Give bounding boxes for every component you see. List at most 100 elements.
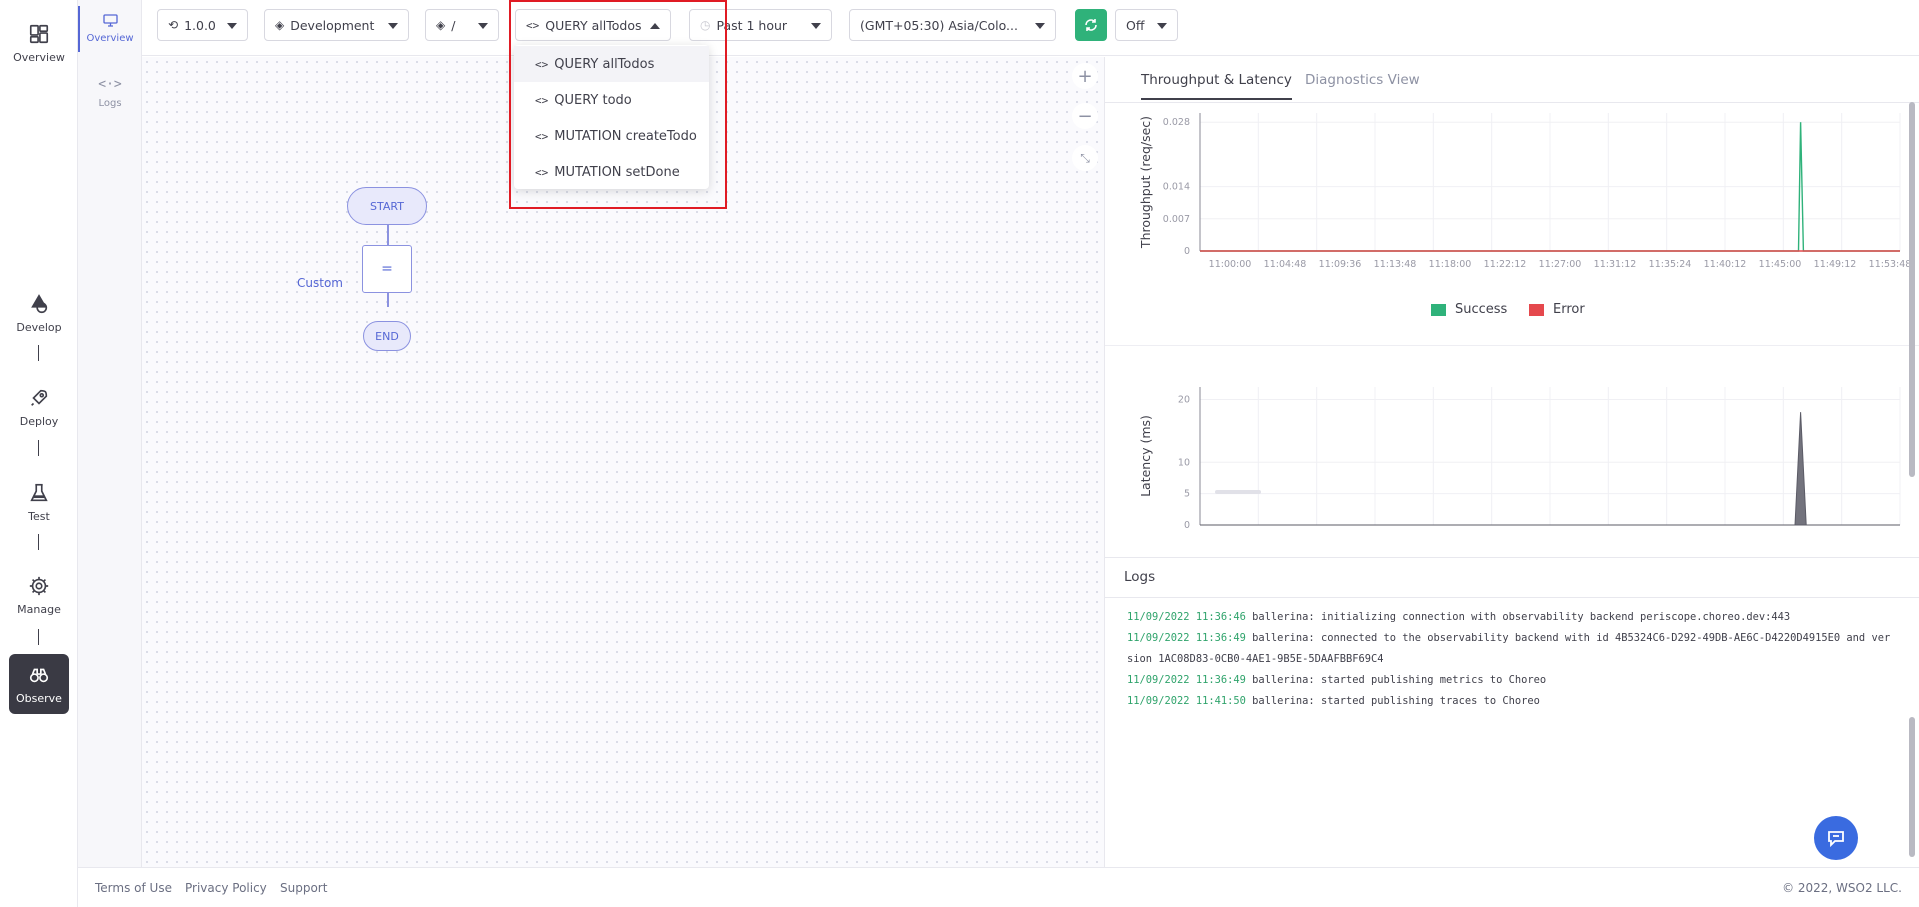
dropdown-item-mutation-setdone[interactable]: <> MUTATION setDone bbox=[514, 154, 709, 190]
nav-divider bbox=[38, 440, 39, 456]
y-tick-label: 20 bbox=[1178, 395, 1190, 406]
timezone-value: (GMT+05:30) Asia/Colo... bbox=[860, 17, 1018, 33]
logs-scrollbar[interactable] bbox=[1909, 717, 1915, 857]
log-timestamp: 11/09/2022 11:36:49 bbox=[1127, 632, 1246, 644]
code-icon: <> bbox=[535, 129, 549, 143]
log-timestamp: 11/09/2022 11:41:50 bbox=[1127, 695, 1246, 707]
log-message: ballerina: started publishing traces to … bbox=[1252, 695, 1540, 707]
path-select[interactable]: ◈ / bbox=[425, 9, 499, 41]
time-range-select[interactable]: ◷ Past 1 hour bbox=[689, 9, 832, 41]
support-link[interactable]: Support bbox=[280, 881, 327, 895]
timezone-select[interactable]: (GMT+05:30) Asia/Colo... bbox=[849, 9, 1056, 41]
nav-item-label: Develop bbox=[16, 320, 62, 334]
dropdown-item-label: QUERY allTodos bbox=[554, 56, 655, 72]
y-tick-label: 0 bbox=[1184, 246, 1190, 257]
x-tick-label: 11:35:24 bbox=[1649, 259, 1692, 268]
rocket-icon bbox=[31, 389, 48, 406]
version-select[interactable]: ⟲ 1.0.0 bbox=[157, 9, 248, 41]
nav-item-label: Test bbox=[28, 509, 50, 523]
nav-item-label: Deploy bbox=[19, 414, 59, 428]
x-tick-label: 11:22:12 bbox=[1484, 259, 1527, 268]
nav-item-overview[interactable]: Overview bbox=[9, 12, 69, 74]
panel-resize-handle[interactable] bbox=[1215, 490, 1261, 494]
zoom-in-button[interactable]: + bbox=[1072, 63, 1098, 89]
flow-start-node[interactable]: START bbox=[347, 187, 427, 225]
code-icon: <·> bbox=[98, 77, 122, 92]
legend-error: Error bbox=[1529, 302, 1585, 317]
chevron-down-icon bbox=[811, 23, 821, 29]
collapse-icon: ⤡ bbox=[1080, 150, 1090, 165]
privacy-link[interactable]: Privacy Policy bbox=[185, 881, 267, 895]
auto-refresh-select[interactable]: Off bbox=[1115, 9, 1178, 41]
y-tick-label: 5 bbox=[1184, 489, 1190, 500]
subnav-item-logs[interactable]: <·> Logs bbox=[78, 68, 142, 118]
code-icon: <> bbox=[535, 93, 549, 107]
log-line: 11/09/2022 11:36:49 ballerina: connected… bbox=[1105, 628, 1895, 670]
x-tick-label: 11:00:00 bbox=[1209, 259, 1252, 268]
nav-item-observe[interactable]: Observe bbox=[9, 654, 69, 714]
flow-connector bbox=[387, 293, 389, 307]
environment-select[interactable]: ◈ Development bbox=[264, 9, 409, 41]
x-tick-label: 11:31:12 bbox=[1594, 259, 1637, 268]
clock-icon: ◷ bbox=[700, 18, 711, 32]
log-line: 11/09/2022 11:41:50 ballerina: started p… bbox=[1105, 691, 1895, 712]
dropdown-item-query-alltodos[interactable]: <> QUERY allTodos bbox=[514, 46, 709, 82]
log-timestamp: 11/09/2022 11:36:49 bbox=[1127, 674, 1246, 686]
nav-item-label: Manage bbox=[17, 602, 61, 616]
flow-action-node[interactable]: = bbox=[362, 245, 412, 293]
flow-action-label: = bbox=[381, 261, 393, 277]
dropdown-item-query-todo[interactable]: <> QUERY todo bbox=[514, 82, 709, 118]
tab-diagnostics-view[interactable]: Diagnostics View bbox=[1305, 72, 1420, 98]
log-message: ballerina: initializing connection with … bbox=[1252, 611, 1791, 623]
develop-icon bbox=[31, 293, 48, 313]
subnav-item-label: Logs bbox=[98, 98, 122, 109]
logs-header: Logs bbox=[1105, 557, 1919, 598]
x-tick-label: 11:40:12 bbox=[1704, 259, 1747, 268]
nav-item-test[interactable]: Test bbox=[9, 471, 69, 533]
log-line: 11/09/2022 11:36:46 ballerina: initializ… bbox=[1105, 607, 1895, 628]
terms-link[interactable]: Terms of Use bbox=[95, 881, 172, 895]
operation-dropdown-menu: <> QUERY allTodos <> QUERY todo <> MUTAT… bbox=[514, 45, 709, 189]
flow-connector bbox=[387, 225, 389, 245]
legend-swatch bbox=[1529, 303, 1544, 316]
logs-body: 11/09/2022 11:36:46 ballerina: initializ… bbox=[1105, 599, 1919, 867]
y-tick-label: 0.007 bbox=[1163, 214, 1190, 225]
history-icon: ⟲ bbox=[168, 18, 179, 32]
log-timestamp: 11/09/2022 11:36:46 bbox=[1127, 611, 1246, 623]
flow-end-node[interactable]: END bbox=[363, 321, 411, 351]
subnav-item-overview[interactable]: Overview bbox=[78, 4, 142, 54]
y-tick-label: 0 bbox=[1184, 520, 1190, 531]
nav-item-label: Overview bbox=[13, 50, 65, 64]
operation-select[interactable]: <> QUERY allTodos bbox=[515, 9, 671, 41]
y-tick-label: 0.028 bbox=[1163, 117, 1190, 128]
nav-item-deploy[interactable]: Deploy bbox=[9, 376, 69, 438]
auto-refresh-value: Off bbox=[1126, 17, 1145, 33]
flow-start-label: START bbox=[370, 199, 404, 213]
copyright: © 2022, WSO2 LLC. bbox=[1782, 881, 1902, 895]
fit-screen-button[interactable]: ⤡ bbox=[1072, 145, 1098, 171]
latency-chart: 0 5 10 20 Latency (ms) bbox=[1138, 387, 1901, 531]
subnav-item-label: Overview bbox=[86, 33, 134, 44]
dropdown-item-label: MUTATION createTodo bbox=[554, 128, 697, 144]
code-icon: <> bbox=[526, 18, 540, 32]
nav-item-develop[interactable]: Develop bbox=[9, 282, 69, 344]
chevron-down-icon bbox=[227, 23, 237, 29]
panel-scrollbar[interactable] bbox=[1909, 102, 1915, 477]
left-nav: Overview Develop Deploy Test Manage Obse… bbox=[0, 0, 78, 907]
path-value: / bbox=[451, 17, 456, 33]
nav-item-manage[interactable]: Manage bbox=[9, 564, 69, 626]
legend-success: Success bbox=[1431, 302, 1507, 317]
time-range-value: Past 1 hour bbox=[716, 17, 788, 33]
x-tick-label: 11:18:00 bbox=[1429, 259, 1472, 268]
dropdown-item-mutation-createtodo[interactable]: <> MUTATION createTodo bbox=[514, 118, 709, 154]
nav-divider bbox=[38, 629, 39, 645]
log-line: 11/09/2022 11:36:49 ballerina: started p… bbox=[1105, 670, 1895, 691]
refresh-button[interactable] bbox=[1075, 9, 1107, 41]
gear-icon bbox=[29, 576, 49, 595]
zoom-out-button[interactable]: − bbox=[1072, 103, 1098, 129]
x-tick-label: 11:09:36 bbox=[1319, 259, 1362, 268]
tab-throughput-latency[interactable]: Throughput & Latency bbox=[1141, 72, 1292, 100]
operation-value: QUERY allTodos bbox=[545, 17, 642, 33]
chat-button[interactable] bbox=[1814, 816, 1858, 860]
dropdown-item-label: QUERY todo bbox=[554, 92, 632, 108]
